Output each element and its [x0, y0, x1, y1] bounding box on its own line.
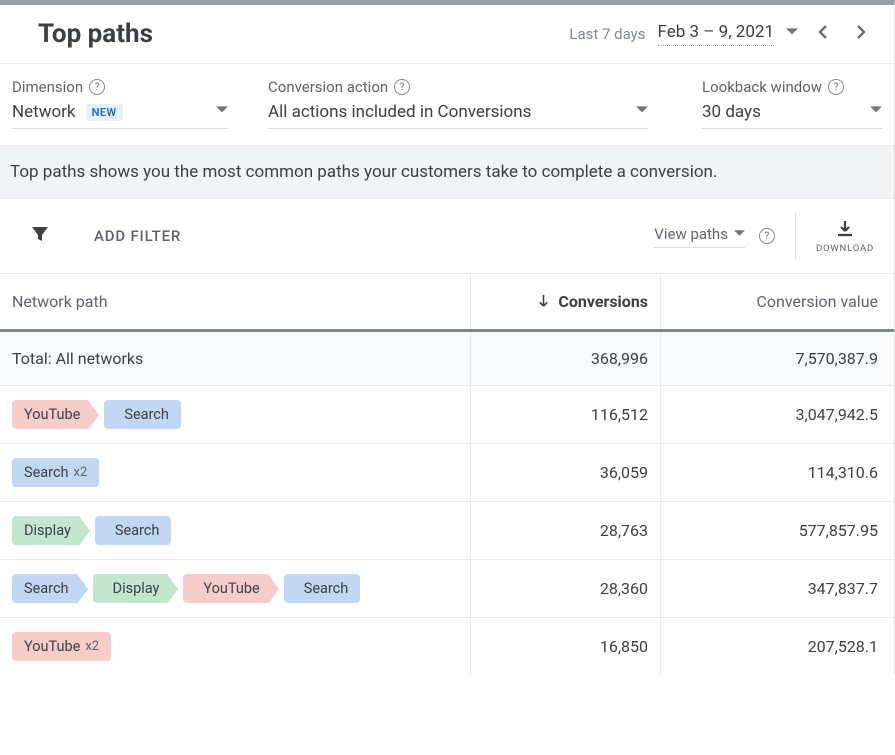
new-badge: NEW — [86, 104, 123, 121]
path-chip-display: Display — [93, 574, 168, 603]
view-paths-label: View paths — [654, 225, 728, 243]
paths-table: Network path Conversions Conversion valu… — [0, 274, 894, 675]
prev-period-button[interactable] — [810, 19, 836, 49]
conversions-cell: 116,512 — [470, 386, 660, 443]
page-header: Top paths Last 7 days Feb 3 – 9, 2021 — [0, 5, 894, 64]
conversion-value-cell: 577,857.95 — [660, 502, 894, 559]
dimension-filter[interactable]: Dimension ? Network NEW — [12, 78, 228, 129]
total-label: Total: All networks — [0, 332, 470, 385]
dimension-label: Dimension — [12, 78, 83, 96]
view-paths-dropdown[interactable]: View paths — [654, 225, 745, 248]
date-range-label: Last 7 days — [569, 25, 645, 43]
table-row[interactable]: YouTube x2 16,850207,528.1 — [0, 618, 894, 675]
path-chip-search: Search — [95, 516, 172, 545]
download-label: DOWNLOAD — [816, 243, 874, 254]
conversions-cell: 16,850 — [470, 618, 660, 675]
lookback-filter[interactable]: Lookback window ? 30 days — [702, 78, 882, 129]
divider — [795, 213, 796, 259]
path-cell: Display Search — [0, 502, 470, 559]
chevron-down-icon[interactable] — [870, 104, 882, 120]
table-row[interactable]: Search x2 36,059114,310.6 — [0, 444, 894, 502]
lookback-value: 30 days — [702, 102, 761, 122]
chip-label: Search — [304, 580, 349, 597]
help-icon[interactable]: ? — [759, 228, 775, 244]
path-cell: Search Display YouTube Search — [0, 560, 470, 617]
filter-bar: Dimension ? Network NEW Conversion actio… — [0, 64, 894, 146]
path-cell: YouTube x2 — [0, 618, 470, 675]
description-text: Top paths shows you the most common path… — [0, 146, 894, 199]
chip-label: Search — [124, 406, 169, 423]
conversion-action-value: All actions included in Conversions — [268, 102, 531, 122]
conversion-value-cell: 347,837.7 — [660, 560, 894, 617]
date-range-caret-icon[interactable] — [786, 26, 798, 42]
page-title: Top paths — [38, 19, 153, 49]
path-chip-display: Display — [12, 516, 79, 545]
total-conversions: 368,996 — [470, 332, 660, 385]
conversions-cell: 28,360 — [470, 560, 660, 617]
help-icon[interactable]: ? — [828, 79, 844, 95]
table-row[interactable]: YouTube Search 116,5123,047,942.5 — [0, 386, 894, 444]
chip-label: Search — [115, 522, 160, 539]
path-chip-search: Search — [104, 400, 181, 429]
path-chip-search: Search — [284, 574, 361, 603]
total-value: 7,570,387.9 — [660, 332, 894, 385]
add-filter-button[interactable]: ADD FILTER — [94, 227, 181, 245]
chip-label: YouTube — [203, 580, 259, 597]
chip-multiplier: x2 — [74, 465, 88, 480]
table-toolbar: ADD FILTER View paths ? DOWNLOAD — [0, 199, 894, 274]
table-total-row: Total: All networks 368,996 7,570,387.9 — [0, 332, 894, 386]
path-cell: Search x2 — [0, 444, 470, 501]
conversion-value-cell: 3,047,942.5 — [660, 386, 894, 443]
path-chip-youtube: YouTube — [183, 574, 267, 603]
help-icon[interactable]: ? — [89, 79, 105, 95]
help-icon[interactable]: ? — [394, 79, 410, 95]
table-row[interactable]: Search Display YouTube Search 28,360347,837.… — [0, 560, 894, 618]
dimension-value: Network — [12, 102, 76, 122]
table-row[interactable]: Display Search 28,763577,857.95 — [0, 502, 894, 560]
conversion-action-label: Conversion action — [268, 78, 388, 96]
column-header-conversions-label: Conversions — [558, 292, 648, 311]
column-header-value[interactable]: Conversion value — [660, 274, 894, 329]
chip-multiplier: x2 — [85, 639, 99, 654]
table-header-row: Network path Conversions Conversion valu… — [0, 274, 894, 332]
column-header-path[interactable]: Network path — [0, 274, 470, 329]
path-chip-youtube: YouTube x2 — [12, 632, 111, 661]
chip-label: Display — [24, 522, 71, 539]
chip-label: Display — [113, 580, 160, 597]
filter-icon[interactable] — [30, 224, 50, 248]
lookback-label: Lookback window — [702, 78, 822, 96]
conversion-action-filter[interactable]: Conversion action ? All actions included… — [268, 78, 648, 129]
date-range-value[interactable]: Feb 3 – 9, 2021 — [658, 22, 774, 46]
conversion-value-cell: 114,310.6 — [660, 444, 894, 501]
chip-label: Search — [24, 580, 69, 597]
sort-desc-icon — [537, 292, 550, 311]
next-period-button[interactable] — [848, 19, 874, 49]
chip-label: YouTube — [24, 638, 80, 655]
path-chip-search: Search — [12, 574, 77, 603]
chevron-down-icon[interactable] — [636, 104, 648, 120]
path-chip-youtube: YouTube — [12, 400, 88, 429]
download-button[interactable]: DOWNLOAD — [816, 219, 874, 254]
chip-label: YouTube — [24, 406, 80, 423]
conversions-cell: 28,763 — [470, 502, 660, 559]
download-icon — [835, 219, 855, 239]
chip-label: Search — [24, 464, 69, 481]
path-cell: YouTube Search — [0, 386, 470, 443]
path-chip-search: Search x2 — [12, 458, 99, 487]
chevron-down-icon[interactable] — [216, 104, 228, 120]
conversions-cell: 36,059 — [470, 444, 660, 501]
column-header-conversions[interactable]: Conversions — [470, 274, 660, 329]
conversion-value-cell: 207,528.1 — [660, 618, 894, 675]
